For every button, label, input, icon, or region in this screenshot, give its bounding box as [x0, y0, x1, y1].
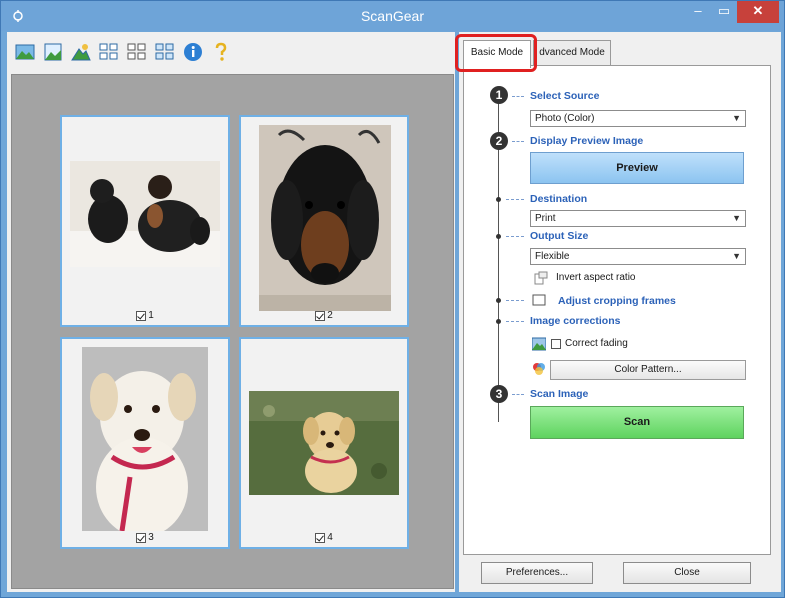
- destination-dash: [506, 199, 524, 200]
- step-1-dash: [512, 96, 524, 97]
- select-source-dropdown[interactable]: Photo (Color) ▼: [530, 110, 746, 127]
- thumbnail-image: [259, 125, 391, 311]
- output-size-dropdown[interactable]: Flexible ▼: [530, 248, 746, 265]
- scan-button[interactable]: Scan: [530, 406, 744, 439]
- info-icon: [184, 43, 202, 61]
- thumbnail-checkbox[interactable]: [315, 310, 326, 321]
- chevron-down-icon: ▼: [732, 213, 741, 223]
- crop-document-icon: [44, 43, 62, 61]
- thumbnail-number: 2: [327, 310, 333, 321]
- step-3-badge: 3: [490, 385, 508, 403]
- thumbnail-checkbox[interactable]: [136, 532, 147, 543]
- thumbnail-checkbox[interactable]: [136, 310, 147, 321]
- crop-frame-icon[interactable]: [532, 293, 546, 307]
- step-1-badge: 1: [490, 86, 508, 104]
- remove-crop-button[interactable]: [69, 39, 93, 65]
- crop-photo-button[interactable]: [13, 39, 37, 65]
- close-button[interactable]: Close: [623, 562, 751, 584]
- maximize-button[interactable]: ▭: [711, 1, 737, 23]
- thumbnail-item[interactable]: 3: [60, 337, 230, 549]
- adjust-cropping-label[interactable]: Adjust cropping frames: [558, 295, 676, 307]
- output-size-title: Output Size: [530, 230, 589, 242]
- correct-fading-checkbox[interactable]: [551, 339, 561, 349]
- thumbnail-image: [82, 347, 208, 531]
- select-source-title: Select Source: [530, 90, 600, 102]
- crop-document-button[interactable]: [41, 39, 65, 65]
- tab-advanced-mode[interactable]: dvanced Mode: [533, 40, 611, 66]
- basic-mode-panel: 1 Select Source Photo (Color) ▼ 2 Displa…: [463, 65, 771, 555]
- thumbnail-checkbox-row[interactable]: 3: [62, 532, 228, 543]
- cropping-dash: [506, 300, 524, 301]
- scangear-window: ScanGear – ▭ ✕ 1 2 3 4 Basic Mode dvance…: [0, 0, 785, 598]
- chevron-down-icon: ▼: [732, 251, 741, 261]
- thumbnail-number: 4: [327, 532, 333, 543]
- select-source-value: Photo (Color): [535, 113, 595, 124]
- destination-title: Destination: [530, 193, 588, 205]
- thumbnail-small-button[interactable]: [97, 39, 121, 65]
- image-corrections-title: Image corrections: [530, 315, 621, 327]
- remove-crop-icon: [71, 44, 91, 61]
- thumbnail-image: [70, 161, 220, 267]
- thumbnail-small-icon: [99, 43, 118, 60]
- thumbnail-number: 3: [148, 532, 154, 543]
- preferences-button[interactable]: Preferences...: [481, 562, 593, 584]
- close-window-button[interactable]: ✕: [737, 1, 779, 23]
- title-bar[interactable]: ScanGear – ▭ ✕: [1, 1, 784, 31]
- thumbnail-item[interactable]: 1: [60, 115, 230, 327]
- thumbnail-large-icon: [127, 43, 146, 60]
- thumbnail-item[interactable]: 2: [239, 115, 409, 327]
- step-2-dash: [512, 141, 524, 142]
- thumbnail-area: 1 2 3 4: [11, 74, 454, 589]
- output-size-dot: [496, 234, 501, 239]
- chevron-down-icon: ▼: [732, 113, 741, 123]
- thumbnail-large-button[interactable]: [125, 39, 149, 65]
- destination-dropdown[interactable]: Print ▼: [530, 210, 746, 227]
- cropping-dot: [496, 298, 501, 303]
- thumbnail-checkbox-row[interactable]: 2: [241, 310, 407, 321]
- corrections-dash: [506, 321, 524, 322]
- destination-dot: [496, 197, 501, 202]
- output-size-dash: [506, 236, 524, 237]
- minimize-button[interactable]: –: [685, 1, 711, 23]
- correct-fading-icon: [532, 337, 546, 351]
- output-size-value: Flexible: [535, 251, 570, 262]
- thumbnail-item[interactable]: 4: [239, 337, 409, 549]
- display-preview-title: Display Preview Image: [530, 135, 644, 147]
- crop-photo-icon: [15, 44, 35, 60]
- thumbnail-multi-button[interactable]: [153, 39, 177, 65]
- corrections-dot: [496, 319, 501, 324]
- help-icon: [215, 42, 227, 61]
- scan-image-title: Scan Image: [530, 388, 589, 400]
- tab-highlight-frame: [455, 34, 537, 72]
- preview-button[interactable]: Preview: [530, 152, 744, 184]
- thumbnail-checkbox-row[interactable]: 4: [241, 532, 407, 543]
- thumbnail-checkbox-row[interactable]: 1: [62, 310, 228, 321]
- invert-aspect-icon[interactable]: [534, 271, 548, 285]
- preview-pane: 1 2 3 4: [7, 32, 455, 592]
- thumbnail-number: 1: [148, 310, 154, 321]
- correct-fading-label: Correct fading: [565, 338, 628, 349]
- color-pattern-icon: [533, 363, 545, 375]
- thumbnail-checkbox[interactable]: [315, 532, 326, 543]
- toolbar: [7, 32, 455, 72]
- step-2-badge: 2: [490, 132, 508, 150]
- destination-value: Print: [535, 213, 556, 224]
- settings-pane: Basic Mode dvanced Mode 1 Select Source …: [455, 32, 781, 592]
- info-button[interactable]: [181, 39, 205, 65]
- window-title: ScanGear: [360, 8, 425, 24]
- thumbnail-multi-icon: [155, 43, 174, 60]
- step-3-dash: [512, 394, 524, 395]
- help-button[interactable]: [209, 39, 233, 65]
- invert-aspect-label: Invert aspect ratio: [556, 272, 636, 283]
- color-pattern-button[interactable]: Color Pattern...: [550, 360, 746, 380]
- thumbnail-image: [249, 391, 399, 495]
